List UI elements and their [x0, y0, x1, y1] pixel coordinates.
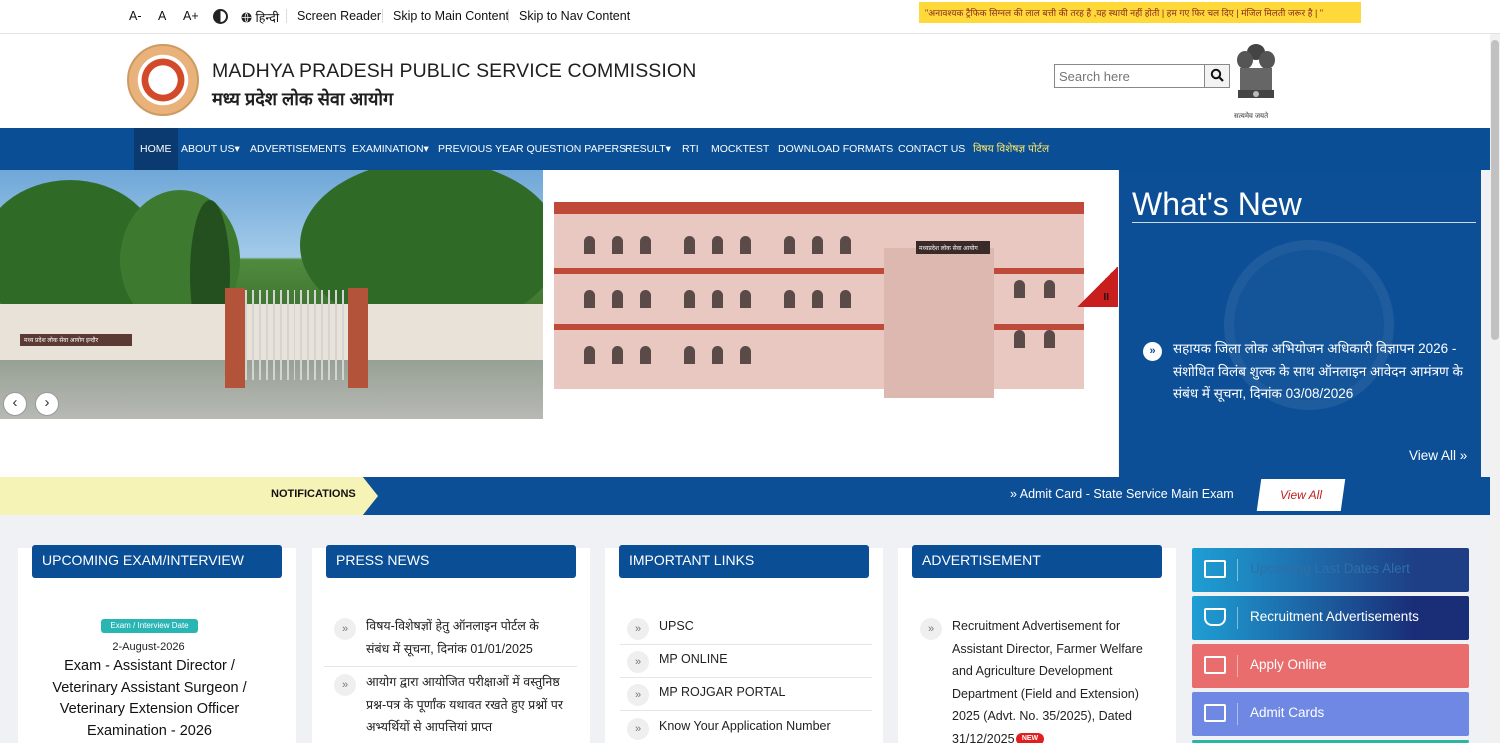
notifications-view-all-label: View All — [1280, 488, 1323, 502]
org-name-english: MADHYA PRADESH PUBLIC SERVICE COMMISSION — [212, 60, 697, 82]
contrast-icon[interactable] — [213, 9, 228, 24]
bullet-icon: » — [627, 718, 649, 740]
notifications-label-text: NOTIFICATIONS — [271, 488, 356, 500]
nav-examination[interactable]: EXAMINATION▾ — [352, 128, 429, 170]
office-building-image: मध्यप्रदेश लोक सेवा आयोग — [544, 170, 1118, 419]
press-news-item[interactable]: विषय-विशेषज्ञों हेतु ऑनलाइन पोर्टल के सं… — [366, 615, 561, 660]
form-edit-icon — [1204, 656, 1226, 674]
link-upsc[interactable]: UPSC — [659, 615, 694, 638]
site-header: MADHYA PRADESH PUBLIC SERVICE COMMISSION… — [0, 34, 1500, 128]
recruitment-advertisements-button[interactable]: Recruitment Advertisements — [1192, 596, 1469, 640]
nav-previous-papers[interactable]: PREVIOUS YEAR QUESTION PAPERS — [438, 128, 626, 170]
bullet-icon: » — [334, 618, 356, 640]
action-label: Upcoming Last Dates Alert — [1250, 561, 1410, 576]
main-nav: HOME ABOUT US▾ ADVERTISEMENTS EXAMINATIO… — [0, 128, 1500, 170]
notifications-view-all[interactable]: View All — [1256, 479, 1346, 511]
search-button[interactable] — [1204, 65, 1229, 87]
calendar-icon — [1204, 560, 1226, 578]
font-decrease-button[interactable]: A- — [129, 9, 142, 23]
screen-reader-link[interactable]: Screen Reader — [286, 9, 381, 23]
search-icon — [1210, 68, 1224, 82]
link-mp-online[interactable]: MP ONLINE — [659, 648, 728, 671]
top-ticker: "अनावश्यक ट्रैफिक सिग्नल की लाल बत्ती की… — [919, 2, 1361, 23]
action-label: Recruitment Advertisements — [1250, 609, 1419, 624]
nav-home[interactable]: HOME — [134, 128, 178, 170]
language-label: हिन्दी — [255, 11, 280, 25]
nav-contact-us[interactable]: CONTACT US — [898, 128, 965, 170]
whats-new-view-all[interactable]: View All » — [1409, 448, 1467, 463]
link-know-application[interactable]: Know Your Application Number — [659, 715, 831, 738]
exam-title[interactable]: Exam - Assistant Director / Veterinary A… — [40, 656, 259, 742]
important-links-heading: IMPORTANT LINKS — [619, 545, 869, 578]
nav-mocktest[interactable]: MOCKTEST — [711, 128, 769, 170]
font-normal-button[interactable]: A — [158, 9, 166, 23]
scrollbar-thumb[interactable] — [1491, 40, 1499, 340]
nav-about-us[interactable]: ABOUT US▾ — [181, 128, 240, 170]
campus-gate-image: मध्य प्रदेश लोक सेवा आयोग इन्दौर — [0, 170, 543, 419]
exam-date: 2-August-2026 — [112, 641, 185, 653]
upcoming-exam-heading: UPCOMING EXAM/INTERVIEW — [32, 545, 282, 578]
bullet-icon: » — [920, 618, 942, 640]
national-emblem-icon — [1237, 44, 1275, 98]
search-form — [1054, 64, 1230, 88]
accessibility-bar: A- A A+ हिन्दी Screen Reader Skip to Mai… — [0, 0, 1500, 34]
id-card-icon — [1204, 704, 1226, 722]
whats-new-item[interactable]: सहायक जिला लोक अभियोजन अधिकारी विज्ञापन … — [1173, 338, 1463, 406]
emblem-caption: सत्यमेव जयते — [1234, 113, 1269, 120]
advertisement-item[interactable]: Recruitment Advertisement for Assistant … — [952, 615, 1162, 743]
bullet-icon: » — [627, 684, 649, 706]
bullet-icon: » — [627, 618, 649, 640]
apply-online-button[interactable]: Apply Online — [1192, 644, 1469, 688]
bullet-icon: » — [334, 674, 356, 696]
skip-main-link[interactable]: Skip to Main Content — [382, 9, 509, 23]
nav-result[interactable]: RESULT▾ — [625, 128, 671, 170]
action-label: Admit Cards — [1250, 705, 1325, 720]
exam-date-badge: Exam / Interview Date — [101, 619, 198, 633]
megaphone-icon — [1204, 608, 1226, 626]
whats-new-panel: What's New » सहायक जिला लोक अभियोजन अधिक… — [1119, 170, 1481, 477]
new-badge: NEW — [1016, 733, 1044, 743]
nav-advertisements[interactable]: ADVERTISEMENTS — [250, 128, 346, 170]
building-sign: मध्यप्रदेश लोक सेवा आयोग — [916, 241, 990, 254]
admit-cards-button[interactable]: Admit Cards — [1192, 692, 1469, 736]
carousel-prev-button[interactable]: ‹ — [3, 392, 27, 416]
search-input[interactable] — [1055, 65, 1205, 87]
nav-expert-portal[interactable]: विषय विशेषज्ञ पोर्टल — [973, 128, 1049, 170]
carousel-next-button[interactable]: › — [35, 392, 59, 416]
language-toggle[interactable]: हिन्दी — [241, 9, 279, 26]
notification-ticker[interactable]: » Admit Card - State Service Main Exam — [1010, 487, 1242, 501]
font-increase-button[interactable]: A+ — [183, 9, 199, 23]
action-label: Apply Online — [1250, 657, 1327, 672]
press-news-heading: PRESS NEWS — [326, 545, 576, 578]
bullet-icon: » — [627, 651, 649, 673]
org-name-hindi: मध्य प्रदेश लोक सेवा आयोग — [212, 89, 394, 109]
nav-rti[interactable]: RTI — [682, 128, 699, 170]
link-mp-rojgar[interactable]: MP ROJGAR PORTAL — [659, 681, 785, 704]
advertisement-heading: ADVERTISEMENT — [912, 545, 1162, 578]
press-news-item[interactable]: आयोग द्वारा आयोजित परीक्षाओं में वस्तुनि… — [366, 671, 564, 743]
hero-carousel: मध्य प्रदेश लोक सेवा आयोग इन्दौर मध्यप्र… — [0, 170, 1118, 477]
nav-download-formats[interactable]: DOWNLOAD FORMATS — [778, 128, 893, 170]
globe-icon — [241, 12, 252, 23]
whats-new-title: What's New — [1132, 186, 1302, 222]
pause-icon: II — [1103, 292, 1109, 303]
bullet-icon: » — [1143, 342, 1162, 361]
mppsc-logo[interactable] — [127, 44, 199, 116]
notifications-label: NOTIFICATIONS — [0, 477, 378, 515]
gate-sign: मध्य प्रदेश लोक सेवा आयोग इन्दौर — [20, 334, 132, 346]
upcoming-last-dates-button[interactable]: Upcoming Last Dates Alert — [1192, 548, 1469, 592]
skip-nav-link[interactable]: Skip to Nav Content — [508, 9, 630, 23]
pause-button[interactable]: II — [1076, 267, 1118, 307]
